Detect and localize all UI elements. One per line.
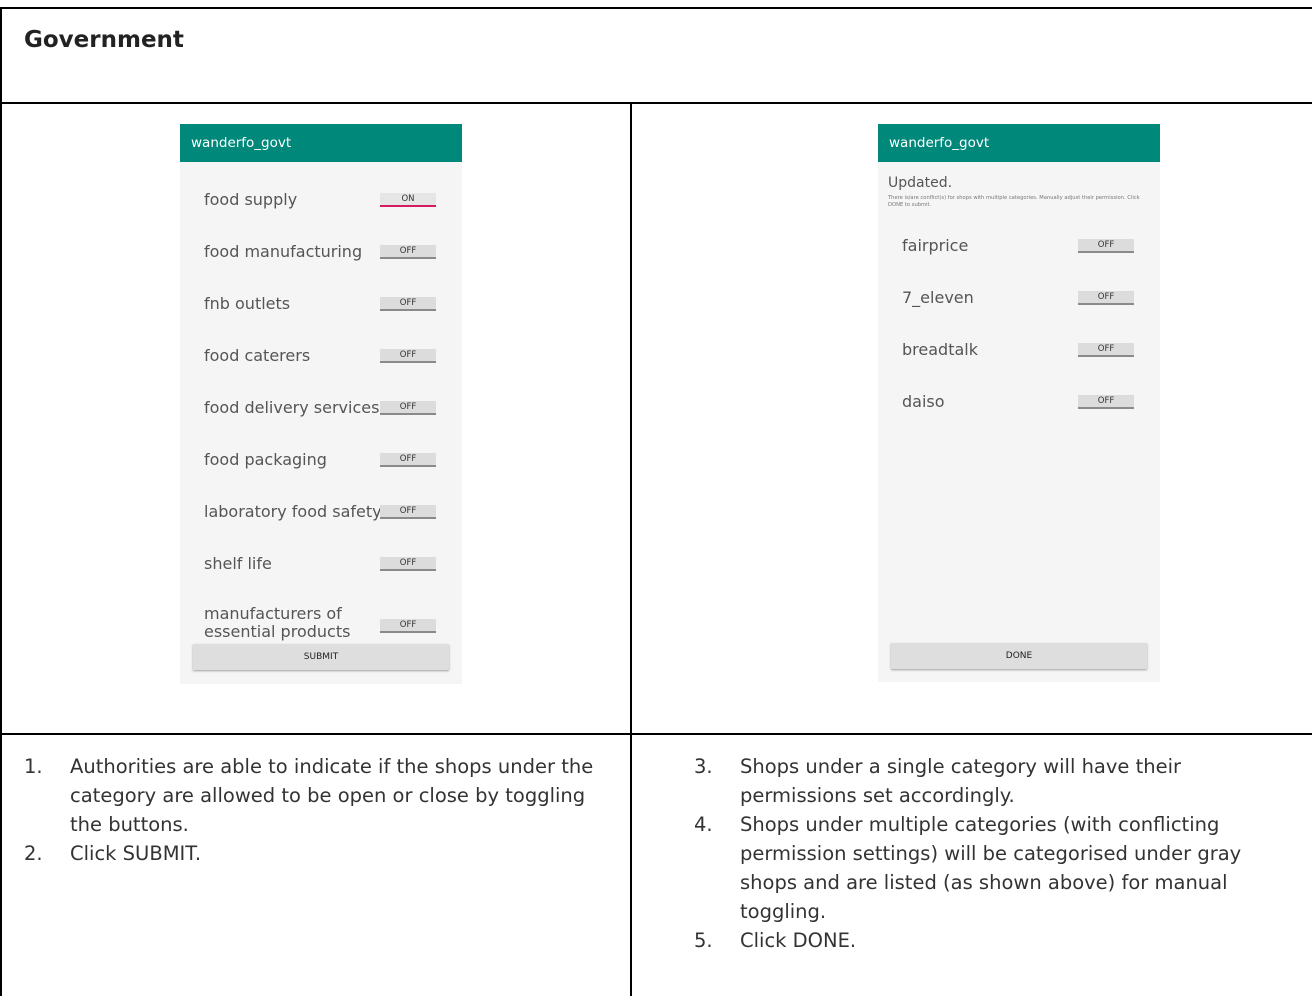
status-text: Updated. — [888, 175, 953, 191]
instructions-left: 1. Authorities are able to indicate if t… — [0, 752, 628, 868]
shop-toggle[interactable]: OFF — [1078, 291, 1134, 305]
table-rule-middle — [0, 733, 1312, 735]
shop-label: 7_eleven — [902, 288, 974, 307]
category-label: shelf life — [204, 554, 272, 573]
step-number: 1. — [24, 755, 43, 778]
shop-label: breadtalk — [902, 340, 978, 359]
list-item: 5. Click DONE. — [670, 926, 1302, 955]
category-toggle[interactable]: OFF — [380, 453, 436, 467]
table-rule-header — [0, 102, 1312, 104]
shop-toggle[interactable]: OFF — [1078, 343, 1134, 357]
app-bar: wanderfo_govt — [878, 124, 1160, 162]
category-label: food manufacturing — [204, 242, 363, 261]
instructions-right: 3. Shops under a single category will ha… — [670, 752, 1310, 955]
step-number: 4. — [694, 813, 713, 836]
section-title: Government — [24, 27, 184, 53]
app-title: wanderfo_govt — [191, 135, 292, 151]
category-toggle[interactable]: OFF — [380, 245, 436, 259]
step-text: Click SUBMIT. — [70, 842, 202, 865]
list-item: 4. Shops under multiple categories (with… — [670, 810, 1302, 926]
shop-toggle[interactable]: OFF — [1078, 395, 1134, 409]
step-text: Click DONE. — [740, 929, 857, 952]
category-label: food caterers — [204, 346, 311, 365]
category-toggle[interactable]: OFF — [380, 401, 436, 415]
category-label: food supply — [204, 190, 298, 209]
category-label: fnb outlets — [204, 294, 291, 313]
step-text: Shops under a single category will have … — [740, 755, 1182, 807]
category-toggle[interactable]: OFF — [380, 349, 436, 363]
category-toggle[interactable]: OFF — [380, 557, 436, 571]
shop-label: fairprice — [902, 236, 969, 255]
category-toggle[interactable]: ON — [380, 193, 436, 207]
phone-screen-categories: wanderfo_govt food supply ON food manufa… — [180, 124, 462, 684]
shop-label: daiso — [902, 392, 945, 411]
step-text: Shops under multiple categories (with co… — [740, 813, 1242, 923]
step-number: 3. — [694, 755, 713, 778]
step-text: Authorities are able to indicate if the … — [70, 755, 594, 836]
conflict-note: There is/are conflict(s) for shops with … — [888, 195, 1140, 208]
category-toggle[interactable]: OFF — [380, 619, 436, 633]
category-label: food delivery services — [204, 398, 380, 417]
category-label: food packaging — [204, 450, 327, 469]
step-number: 2. — [24, 842, 43, 865]
table-column-divider — [630, 102, 632, 996]
list-item: 1. Authorities are able to indicate if t… — [0, 752, 614, 839]
step-number: 5. — [694, 929, 713, 952]
document-table: Government wanderfo_govt food supply ON … — [0, 0, 1312, 996]
table-border-top — [0, 7, 1312, 9]
list-item: 2. Click SUBMIT. — [0, 839, 614, 868]
phone-screen-conflicts: wanderfo_govt Updated. There is/are conf… — [878, 124, 1160, 682]
list-item: 3. Shops under a single category will ha… — [670, 752, 1302, 810]
category-toggle[interactable]: OFF — [380, 297, 436, 311]
shop-toggle[interactable]: OFF — [1078, 239, 1134, 253]
category-label: laboratory food safety — [204, 502, 382, 521]
app-title: wanderfo_govt — [889, 135, 990, 151]
category-toggle[interactable]: OFF — [380, 505, 436, 519]
submit-button[interactable]: SUBMIT — [193, 644, 449, 670]
done-button[interactable]: DONE — [891, 643, 1147, 669]
category-label: manufacturers of essential products — [204, 605, 351, 641]
app-bar: wanderfo_govt — [180, 124, 462, 162]
